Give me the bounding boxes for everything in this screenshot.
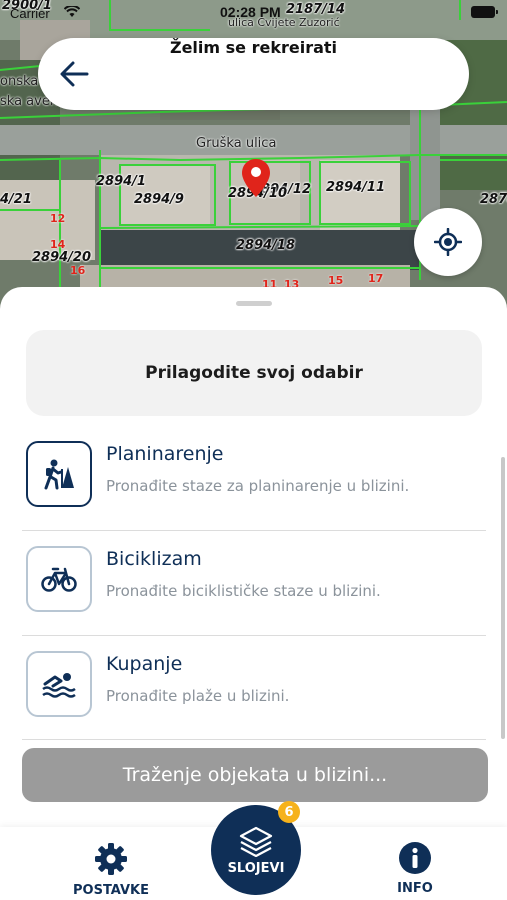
header-bar: Želim se rekreirati	[38, 38, 469, 110]
house-number: 12	[50, 212, 66, 225]
activity-description: Pronađite biciklističke staze u blizini.	[106, 582, 381, 600]
swimming-icon	[42, 673, 76, 698]
nav-info-label: INFO	[397, 881, 433, 896]
parcel-label: 2874	[480, 192, 507, 207]
page-title: Želim se rekreirati	[169, 38, 338, 57]
gear-icon	[95, 843, 127, 875]
layers-label: SLOJEVI	[227, 860, 285, 876]
activity-item-cycling[interactable]: Biciklizam Pronađite biciklističke staze…	[22, 532, 486, 636]
sheet-drag-handle[interactable]	[236, 301, 272, 306]
status-carrier: Carrier	[10, 6, 50, 21]
activity-icon-box	[26, 546, 92, 612]
activity-title: Kupanje	[106, 653, 183, 675]
battery-icon	[471, 6, 498, 18]
activity-title: Planinarenje	[106, 443, 224, 465]
activity-icon-box	[26, 651, 92, 717]
activity-description: Pronađite plaže u blizini.	[106, 687, 290, 705]
layers-icon	[239, 826, 273, 857]
crosshair-icon	[434, 228, 462, 256]
activity-title: Biciklizam	[106, 548, 202, 570]
parcel-label: 2894/1	[96, 174, 146, 189]
house-number: 17	[368, 272, 384, 285]
status-time: 02:28 PM	[220, 4, 281, 20]
parcel-label: 4/21	[0, 192, 32, 207]
wifi-icon	[64, 6, 80, 17]
divider	[22, 635, 486, 636]
house-number: 16	[70, 264, 86, 277]
parcel-label: 2894/18	[236, 238, 296, 253]
map-pin-icon[interactable]	[241, 158, 271, 198]
my-location-button[interactable]	[414, 208, 482, 276]
divider	[22, 739, 486, 740]
parcel-label: 2894/9	[134, 192, 184, 207]
parcel-label: 2894/11	[326, 180, 386, 195]
house-number: 15	[328, 274, 344, 287]
back-button[interactable]	[56, 56, 92, 92]
activity-icon-box	[26, 441, 92, 507]
bicycle-icon	[41, 567, 77, 592]
nav-settings-label: POSTAVKE	[73, 883, 149, 898]
activity-item-hiking[interactable]: Planinarenje Pronađite staze za planinar…	[22, 427, 486, 531]
arrow-left-icon	[60, 61, 89, 87]
customize-selection-button[interactable]: Prilagodite svoj odabir	[26, 330, 482, 416]
layers-count-badge: 6	[278, 801, 300, 823]
info-icon	[399, 842, 431, 874]
bottom-sheet: Prilagodite svoj odabir Planinarenje Pro…	[0, 287, 507, 827]
customize-label: Prilagodite svoj odabir	[145, 363, 363, 383]
parcel-label: 2187/14	[286, 2, 346, 17]
activity-item-swimming[interactable]: Kupanje Pronađite plaže u blizini.	[22, 637, 486, 741]
hiking-icon	[44, 459, 74, 490]
divider	[22, 530, 486, 531]
scrollbar[interactable]	[501, 457, 505, 739]
house-number: 14	[50, 238, 66, 251]
street-label: Gruška ulica	[196, 136, 277, 151]
nav-info[interactable]: INFO	[360, 841, 470, 896]
activity-description: Pronađite staze za planinarenje u blizin…	[106, 477, 410, 495]
parcel-label: 2894/20	[32, 250, 92, 265]
search-nearby-button[interactable]: Traženje objekata u blizini...	[22, 748, 488, 802]
nav-settings[interactable]: POSTAVKE	[56, 841, 166, 898]
street-label: onska	[0, 74, 39, 89]
